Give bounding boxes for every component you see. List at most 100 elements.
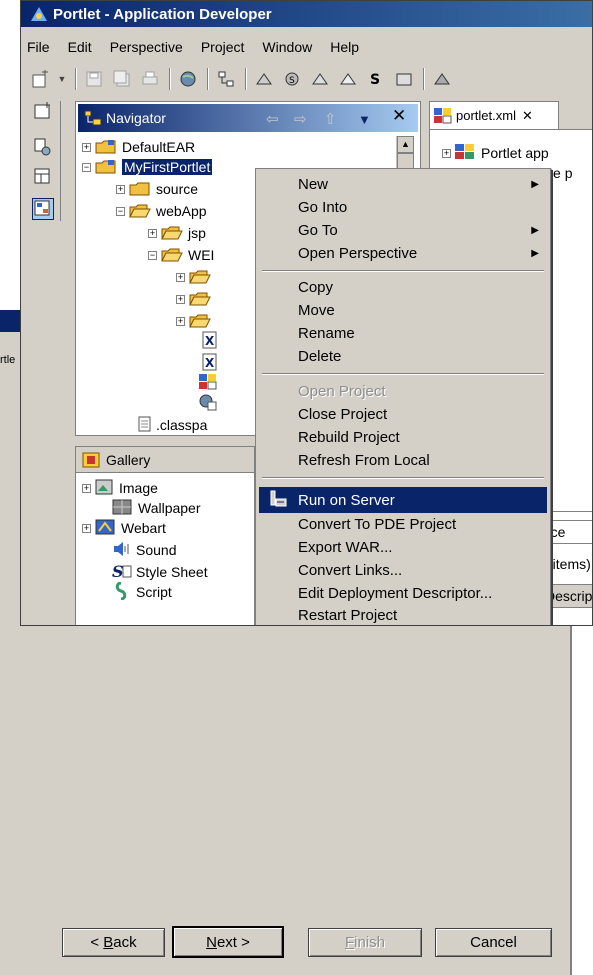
back-button-label: ack bbox=[113, 934, 137, 951]
menu-item-open-project: Open Project bbox=[259, 380, 547, 403]
tree-item-web-file[interactable] bbox=[198, 392, 218, 414]
tool-icon[interactable] bbox=[431, 68, 453, 90]
menu-item-rename[interactable]: Rename bbox=[259, 322, 547, 345]
menu-perspective[interactable]: Perspective bbox=[101, 39, 192, 55]
menu-window[interactable]: Window bbox=[253, 39, 321, 55]
menu-item-restart-project[interactable]: Restart Project bbox=[259, 604, 547, 625]
collapse-icon[interactable]: − bbox=[148, 250, 157, 260]
gallery-icon bbox=[82, 452, 100, 468]
tool-icon[interactable] bbox=[253, 68, 275, 90]
menu-item-export-war[interactable]: Export WAR... bbox=[259, 536, 547, 559]
tab-portlet-xml[interactable]: portlet.xml ✕ bbox=[429, 101, 559, 129]
save-all-icon bbox=[111, 68, 133, 90]
close-icon[interactable]: ✕ bbox=[522, 108, 533, 124]
tree-item-subfolder[interactable]: + bbox=[176, 266, 216, 288]
resource-perspective-icon[interactable] bbox=[33, 137, 53, 157]
editor-tree-item[interactable]: + Portlet app bbox=[442, 142, 549, 164]
webart-icon bbox=[95, 519, 115, 538]
gallery-item-webart[interactable]: + Webart bbox=[82, 517, 166, 539]
gallery-item-script[interactable]: Script bbox=[112, 581, 172, 603]
menu-item-new[interactable]: New ▶ bbox=[259, 173, 547, 196]
menu-item-run-on-server[interactable]: Run on Server bbox=[259, 487, 547, 513]
tree-item-web-inf[interactable]: − WEI bbox=[148, 244, 214, 266]
back-button[interactable]: < Back bbox=[62, 928, 165, 957]
java-perspective-icon[interactable] bbox=[33, 167, 53, 187]
new-wizard-icon[interactable] bbox=[29, 68, 51, 90]
expand-icon[interactable]: + bbox=[148, 228, 157, 238]
tree-item-portlet-file[interactable] bbox=[198, 372, 218, 394]
next-button[interactable]: Next > bbox=[172, 926, 284, 958]
menu-item-copy[interactable]: Copy bbox=[259, 276, 547, 299]
tool-icon[interactable]: S bbox=[365, 68, 387, 90]
gallery-item-style-sheet[interactable]: S Style Sheet bbox=[112, 561, 208, 583]
tree-item-defaultear[interactable]: + DefaultEAR bbox=[82, 136, 195, 158]
application-window: Portlet - Application Developer File Edi… bbox=[20, 0, 593, 626]
back-button-mnemonic: B bbox=[103, 934, 114, 951]
expand-icon[interactable]: + bbox=[82, 142, 91, 152]
sound-icon bbox=[112, 541, 130, 560]
hierarchy-icon[interactable] bbox=[215, 68, 237, 90]
expand-icon[interactable]: + bbox=[176, 294, 185, 304]
portlet-perspective-icon[interactable] bbox=[32, 198, 54, 220]
perspective-shortcut-bar bbox=[25, 101, 61, 221]
open-perspective-icon[interactable] bbox=[33, 101, 53, 121]
menu-help[interactable]: Help bbox=[321, 39, 368, 55]
expand-icon[interactable]: + bbox=[116, 184, 125, 194]
script-icon bbox=[112, 581, 130, 603]
menu-edit[interactable]: Edit bbox=[59, 39, 101, 55]
gallery-item-wallpaper[interactable]: Wallpaper bbox=[112, 497, 201, 519]
tree-item-xml-file[interactable]: X bbox=[202, 330, 218, 352]
expand-icon[interactable]: + bbox=[176, 316, 185, 326]
scroll-up-icon[interactable]: ▲ bbox=[397, 136, 414, 153]
back-arrow-icon: ⇦ bbox=[266, 111, 279, 128]
expand-icon[interactable]: + bbox=[82, 483, 91, 493]
expand-icon[interactable]: + bbox=[176, 272, 185, 282]
menu-item-go-into[interactable]: Go Into bbox=[259, 196, 547, 219]
menu-project[interactable]: Project bbox=[192, 39, 254, 55]
menu-item-open-perspective[interactable]: Open Perspective ▶ bbox=[259, 242, 547, 265]
tree-item-subfolder[interactable]: + bbox=[176, 288, 216, 310]
tool-icon[interactable] bbox=[309, 68, 331, 90]
menu-item-delete[interactable]: Delete bbox=[259, 345, 547, 368]
menu-file[interactable]: File bbox=[21, 39, 59, 55]
menu-item-rebuild-project[interactable]: Rebuild Project bbox=[259, 426, 547, 449]
tree-item-subfolder[interactable]: + bbox=[176, 310, 216, 332]
tree-item-myfirstportlet[interactable]: − MyFirstPortlet bbox=[82, 156, 213, 178]
menu-item-convert-to-pde-project[interactable]: Convert To PDE Project bbox=[259, 513, 547, 536]
collapse-icon[interactable]: − bbox=[82, 162, 91, 172]
gallery-item-sound[interactable]: Sound bbox=[112, 539, 176, 561]
gallery-view: Gallery + Image Wallpaper + Webart Sound… bbox=[75, 446, 255, 625]
tool-icon[interactable] bbox=[393, 68, 415, 90]
cancel-button[interactable]: Cancel bbox=[435, 928, 552, 957]
close-icon[interactable]: ✕ bbox=[392, 106, 406, 126]
menu-item-convert-links[interactable]: Convert Links... bbox=[259, 559, 547, 582]
tool-icon[interactable] bbox=[337, 68, 359, 90]
menu-separator bbox=[262, 477, 544, 479]
view-menu-icon[interactable]: ▼ bbox=[358, 112, 371, 127]
expand-icon[interactable]: + bbox=[82, 523, 91, 533]
portlet-file-icon bbox=[434, 107, 452, 124]
tree-item-webapp[interactable]: − webApp bbox=[116, 200, 207, 222]
wallpaper-icon bbox=[112, 499, 132, 518]
svg-text:S: S bbox=[370, 72, 380, 88]
tree-item-classpath[interactable]: .classpa bbox=[138, 414, 207, 436]
folder-icon bbox=[189, 270, 211, 284]
tree-item-jsp[interactable]: + jsp bbox=[148, 222, 206, 244]
tree-item-source[interactable]: + source bbox=[116, 178, 198, 200]
globe-icon[interactable] bbox=[177, 68, 199, 90]
expand-icon[interactable]: + bbox=[442, 148, 451, 158]
next-button-mnemonic: N bbox=[206, 933, 217, 951]
menu-item-close-project[interactable]: Close Project bbox=[259, 403, 547, 426]
menu-item-move[interactable]: Move bbox=[259, 299, 547, 322]
menu-item-edit-deployment-descriptor[interactable]: Edit Deployment Descriptor... bbox=[259, 582, 547, 605]
toolbar-separator bbox=[245, 68, 247, 90]
menu-item-refresh-from-local[interactable]: Refresh From Local bbox=[259, 449, 547, 472]
menu-separator bbox=[262, 270, 544, 272]
tree-item-xml-file[interactable]: X bbox=[202, 352, 218, 374]
gallery-item-image[interactable]: + Image bbox=[82, 477, 158, 499]
collapse-icon[interactable]: − bbox=[116, 206, 125, 216]
run-on-server-icon bbox=[269, 490, 287, 507]
menu-item-go-to[interactable]: Go To ▶ bbox=[259, 219, 547, 242]
chevron-down-icon[interactable]: ▼ bbox=[57, 68, 67, 90]
tool-icon[interactable]: S bbox=[281, 68, 303, 90]
